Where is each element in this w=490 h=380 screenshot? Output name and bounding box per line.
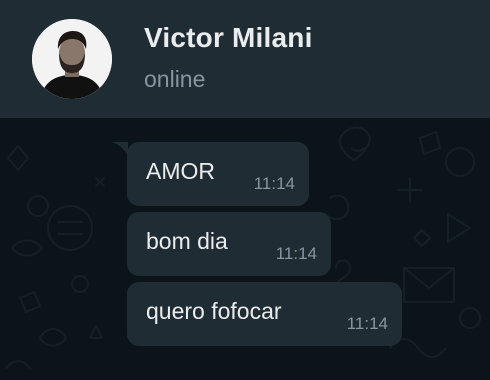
message-text: AMOR	[146, 158, 215, 184]
message-time: 11:14	[253, 174, 295, 193]
message-bubble[interactable]: AMOR 11:14	[127, 142, 309, 206]
message-text: bom dia	[146, 228, 228, 254]
contact-status: online	[144, 66, 206, 92]
chat-header: Victor Milani online	[0, 0, 490, 118]
contact-name[interactable]: Victor Milani	[144, 22, 313, 54]
message-list[interactable]: AMOR 11:14 bom dia 11:14 quero fofocar 1…	[0, 118, 490, 380]
bubble-tail-icon	[112, 142, 128, 156]
message-bubble[interactable]: bom dia 11:14	[127, 212, 331, 276]
avatar-photo-icon	[32, 19, 112, 99]
message-bubble[interactable]: quero fofocar 11:14	[127, 282, 402, 346]
message-text: quero fofocar	[146, 298, 282, 324]
message-time: 11:14	[346, 314, 388, 333]
message-time: 11:14	[275, 244, 317, 263]
avatar[interactable]	[32, 19, 112, 99]
